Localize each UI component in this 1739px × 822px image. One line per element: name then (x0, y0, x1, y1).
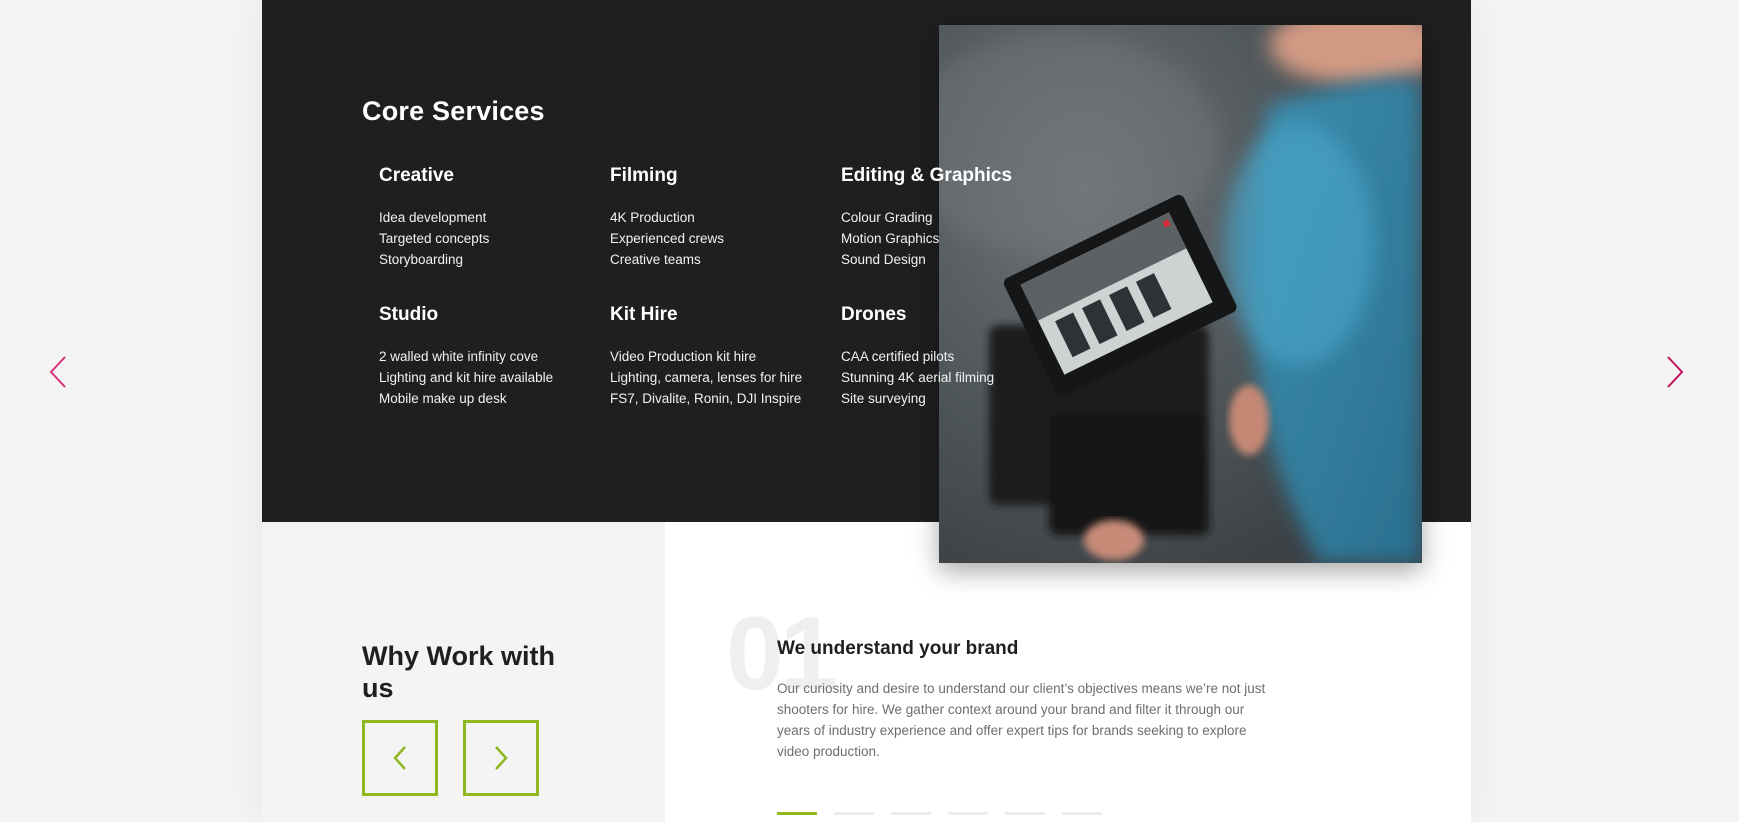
service-item: CAA certified pilots (841, 349, 955, 364)
point-body: Our curiosity and desire to understand o… (777, 681, 1266, 759)
service-title: Editing & Graphics (841, 165, 1013, 186)
pagination-dot-4[interactable] (948, 812, 988, 815)
camera-photo-image (939, 25, 1422, 563)
pagination-dot-3[interactable] (891, 812, 931, 815)
pagination-dot-2[interactable] (834, 812, 874, 815)
camera-operator-photo (939, 25, 1422, 563)
service-title: Filming (610, 165, 678, 186)
service-title: Drones (841, 304, 907, 325)
service-item: Targeted concepts (379, 231, 490, 246)
why-next-button[interactable] (463, 720, 539, 796)
chevron-right-icon (1667, 356, 1684, 388)
service-title: Creative (379, 165, 454, 186)
chevron-right-icon (495, 746, 508, 770)
page: Core Services Creative Idea development … (0, 0, 1739, 822)
service-item: Creative teams (610, 252, 701, 267)
service-item: FS7, Divalite, Ronin, DJI Inspire (610, 391, 802, 406)
point-pagination (777, 812, 1102, 815)
service-item: Sound Design (841, 252, 926, 267)
service-editing-graphics: Editing & Graphics Colour Grading Motion… (841, 165, 1071, 270)
service-title: Studio (379, 304, 439, 325)
service-item: Mobile make up desk (379, 391, 507, 406)
service-title: Kit Hire (610, 304, 678, 325)
service-filming: Filming 4K Production Experienced crews … (610, 165, 840, 270)
service-item: Site surveying (841, 391, 926, 406)
service-item: 4K Production (610, 210, 695, 225)
service-item: Colour Grading (841, 210, 933, 225)
chevron-left-icon (49, 356, 66, 388)
pagination-dot-1[interactable] (777, 812, 817, 815)
service-creative: Creative Idea development Targeted conce… (379, 165, 609, 270)
carousel-prev-button[interactable] (47, 354, 69, 390)
service-item: Lighting, camera, lenses for hire (610, 370, 803, 385)
service-item: 2 walled white infinity cove (379, 349, 539, 364)
services-slide: Core Services Creative Idea development … (262, 0, 1471, 822)
service-kit-hire: Kit Hire Video Production kit hire Light… (610, 304, 840, 409)
service-item: Idea development (379, 210, 487, 225)
pagination-dot-5[interactable] (1005, 812, 1045, 815)
service-studio: Studio 2 walled white infinity cove Ligh… (379, 304, 609, 409)
service-item: Storyboarding (379, 252, 464, 267)
service-item: Lighting and kit hire available (379, 370, 554, 385)
service-item: Experienced crews (610, 231, 725, 246)
point-title: We understand your brand (777, 638, 1019, 659)
service-drones: Drones CAA certified pilots Stunning 4K … (841, 304, 1071, 409)
carousel-next-button[interactable] (1664, 354, 1686, 390)
service-item: Stunning 4K aerial filming (841, 370, 995, 385)
pagination-dot-6[interactable] (1062, 812, 1102, 815)
core-services-title: Core Services (362, 96, 545, 126)
service-item: Video Production kit hire (610, 349, 757, 364)
chevron-left-icon (393, 746, 406, 770)
why-work-title: Why Work with us (362, 641, 555, 703)
why-prev-button[interactable] (362, 720, 438, 796)
service-item: Motion Graphics (841, 231, 940, 246)
